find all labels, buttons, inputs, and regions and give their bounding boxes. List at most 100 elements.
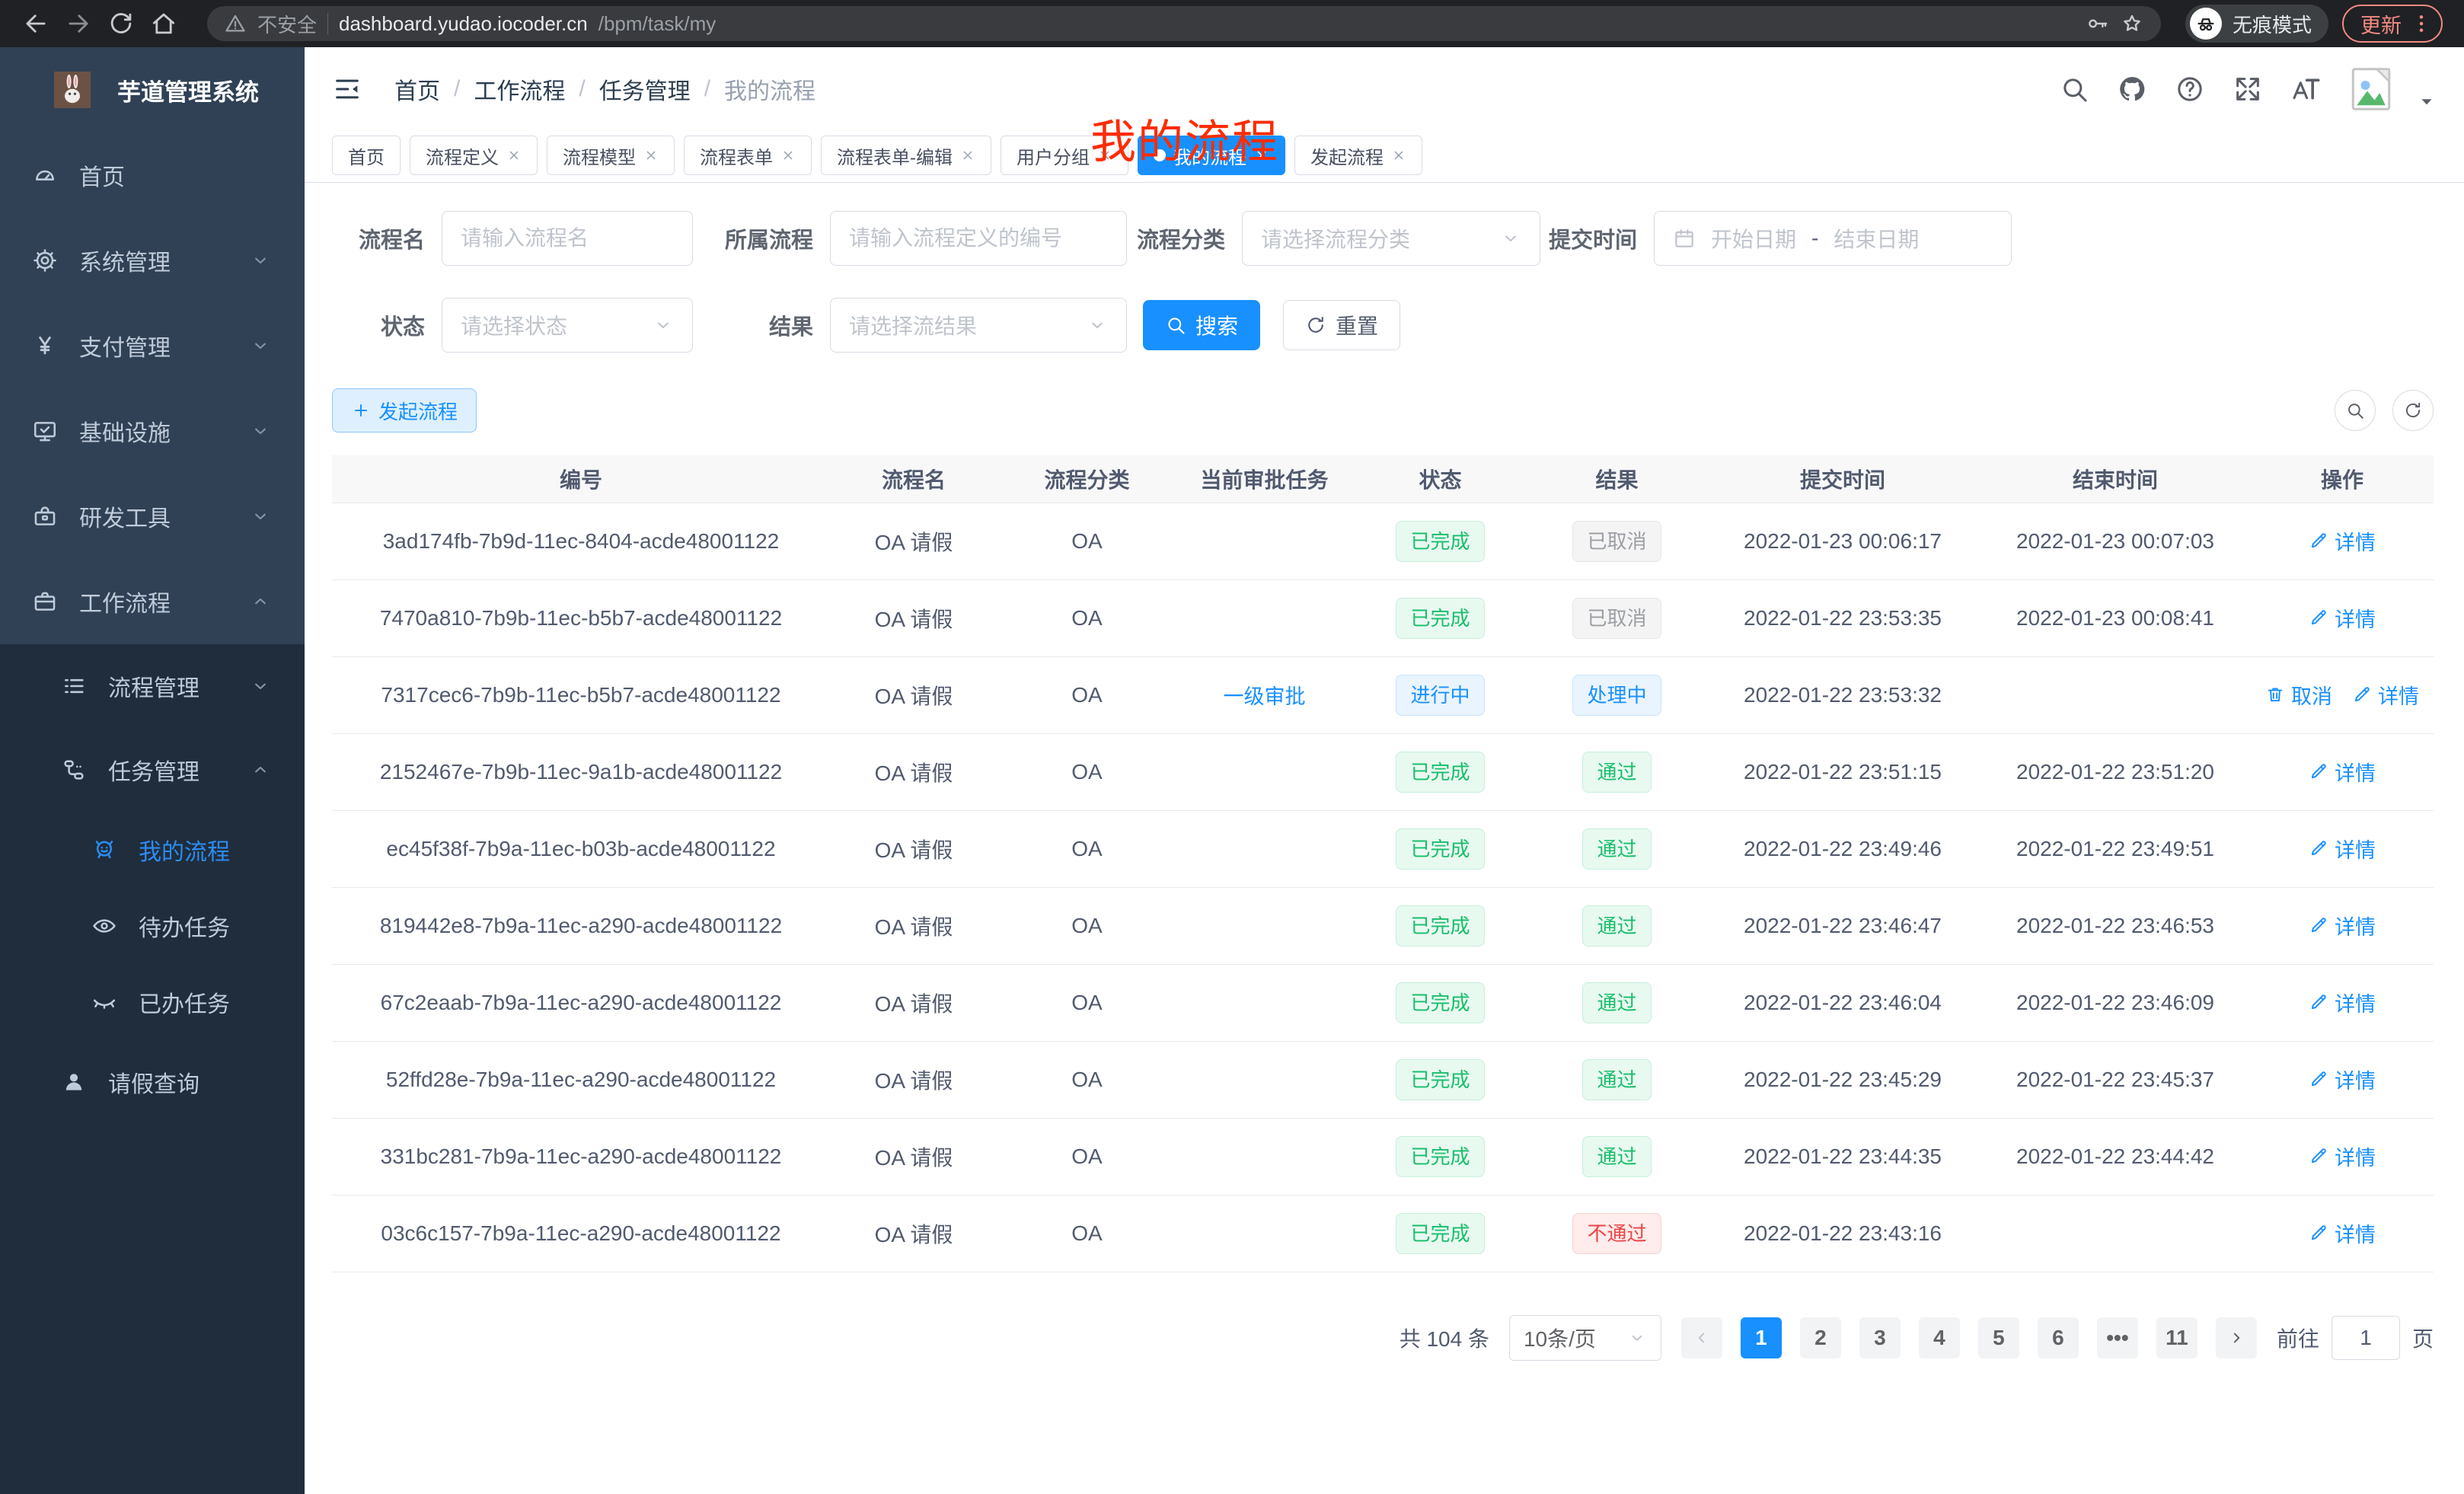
bookmark-star-icon[interactable]	[2120, 11, 2144, 36]
sidebar-item-dev-tools[interactable]: 研发工具	[0, 474, 305, 559]
tab-process-form[interactable]: 流程表单	[684, 136, 812, 175]
sidebar-item-my-process[interactable]: 我的流程	[0, 812, 305, 888]
filter-row-2: 状态 请选择状态 结果 请选择流结果 搜索 重置	[332, 297, 2434, 353]
detail-link[interactable]: 详情	[2309, 603, 2376, 633]
search-icon[interactable]	[2059, 74, 2089, 104]
page-button-11[interactable]: 11	[2156, 1317, 2197, 1358]
process-definition-field[interactable]	[830, 211, 1127, 266]
refresh-table-button[interactable]	[2392, 390, 2434, 431]
page-size-select[interactable]: 10条/页	[1509, 1315, 1661, 1361]
tab-home[interactable]: 首页	[332, 136, 401, 175]
robot-icon	[91, 837, 117, 863]
breadcrumb-item[interactable]: 工作流程	[474, 72, 565, 106]
trash-icon	[2265, 685, 2285, 704]
avatar-caret-icon[interactable]	[2417, 91, 2437, 111]
detail-link[interactable]: 详情	[2309, 526, 2376, 556]
breadcrumb-item[interactable]: 任务管理	[599, 72, 691, 106]
close-icon[interactable]	[1391, 148, 1406, 163]
tab-process-form-edit[interactable]: 流程表单-编辑	[821, 136, 991, 175]
browser-menu-icon[interactable]	[2409, 11, 2434, 36]
result-badge: 通过	[1582, 982, 1651, 1023]
detail-link[interactable]: 详情	[2309, 1218, 2376, 1248]
more-pages-button[interactable]: •••	[2097, 1317, 2138, 1358]
cell-actions: 详情	[2251, 733, 2434, 810]
detail-link[interactable]: 详情	[2309, 834, 2376, 864]
sidebar-item-infrastructure[interactable]: 基础设施	[0, 388, 305, 474]
page-button-1[interactable]: 1	[1741, 1317, 1782, 1358]
status-badge: 已完成	[1396, 752, 1484, 793]
sidebar-item-workflow[interactable]: 工作流程	[0, 559, 305, 644]
detail-link[interactable]: 详情	[2309, 988, 2376, 1017]
cell-id: 2152467e-7b9b-11ec-9a1b-acde48001122	[332, 733, 830, 810]
process-category-select[interactable]: 请选择流程分类	[1242, 211, 1540, 266]
github-icon[interactable]	[2117, 74, 2147, 104]
browser-reload-icon[interactable]	[107, 9, 136, 38]
cell-status: 已完成	[1352, 810, 1528, 887]
start-process-button[interactable]: 发起流程	[332, 388, 477, 433]
status-select[interactable]: 请选择状态	[442, 298, 693, 353]
detail-link[interactable]: 详情	[2309, 1141, 2376, 1171]
current-task-link[interactable]: 一级审批	[1224, 680, 1306, 710]
process-definition-input[interactable]	[849, 226, 1108, 251]
detail-link[interactable]: 详情	[2309, 1065, 2376, 1094]
sidebar-item-todo-task[interactable]: 待办任务	[0, 888, 305, 964]
page-button-6[interactable]: 6	[2038, 1317, 2079, 1358]
process-name-field[interactable]	[442, 211, 693, 266]
sidebar-item-home[interactable]: 首页	[0, 132, 305, 218]
avatar[interactable]	[2348, 61, 2394, 117]
search-button[interactable]: 搜索	[1143, 300, 1260, 350]
help-icon[interactable]	[2175, 74, 2205, 104]
sidebar-collapse-icon[interactable]	[332, 74, 362, 104]
breadcrumb-item[interactable]: 首页	[394, 72, 440, 106]
reset-button[interactable]: 重置	[1283, 300, 1400, 350]
detail-link[interactable]: 详情	[2309, 911, 2376, 940]
sidebar-item-system-management[interactable]: 系统管理	[0, 218, 305, 303]
fullscreen-icon[interactable]	[2233, 74, 2263, 104]
toggle-search-button[interactable]	[2335, 390, 2376, 431]
pencil-icon	[2352, 685, 2372, 704]
submit-time-range-picker[interactable]: 开始日期 - 结束日期	[1654, 211, 2012, 266]
browser-home-icon[interactable]	[149, 9, 178, 38]
page-button-4[interactable]: 4	[1919, 1317, 1960, 1358]
cell-submit-time: 2022-01-22 23:44:35	[1706, 1118, 1980, 1195]
sidebar-item-done-task[interactable]: 已办任务	[0, 964, 305, 1040]
page-content: 流程名 所属流程 流程分类 请选择流程分类 提交时间 开始日期 -	[305, 183, 2464, 1361]
cell-end-time: 2022-01-22 23:51:20	[1980, 733, 2251, 810]
tab-start-process[interactable]: 发起流程	[1294, 136, 1422, 175]
browser-back-icon[interactable]	[21, 9, 50, 38]
next-page-button[interactable]	[2216, 1317, 2257, 1358]
detail-link[interactable]: 详情	[2352, 680, 2419, 710]
cell-current-task	[1176, 1118, 1352, 1195]
cancel-link[interactable]: 取消	[2265, 680, 2332, 710]
tab-process-model[interactable]: 流程模型	[547, 136, 675, 175]
process-name-input[interactable]	[461, 226, 674, 251]
result-select[interactable]: 请选择流结果	[830, 298, 1127, 353]
page-jumper-input[interactable]	[2332, 1316, 2400, 1360]
detail-link[interactable]: 详情	[2309, 757, 2376, 787]
tab-process-definition[interactable]: 流程定义	[410, 136, 538, 175]
cell-category: OA	[997, 887, 1176, 964]
sidebar-item-task-management[interactable]: 任务管理	[0, 728, 305, 812]
sidebar-item-payment-management[interactable]: 支付管理	[0, 303, 305, 388]
close-icon[interactable]	[780, 148, 796, 163]
prev-page-button[interactable]	[1681, 1317, 1722, 1358]
cell-end-time	[1980, 1195, 2251, 1272]
page-button-3[interactable]: 3	[1859, 1317, 1901, 1358]
password-key-icon[interactable]	[2085, 11, 2109, 36]
close-icon[interactable]	[506, 148, 522, 163]
app-logo-row[interactable]: 芋道管理系统	[0, 47, 305, 132]
close-icon[interactable]	[643, 148, 659, 163]
process-definition-label: 所属流程	[693, 222, 830, 254]
page-button-2[interactable]: 2	[1800, 1317, 1841, 1358]
address-bar[interactable]: 不安全 dashboard.yudao.iocoder.cn/bpm/task/…	[207, 6, 2161, 41]
status-badge: 已完成	[1396, 1059, 1484, 1100]
browser-forward-icon[interactable]	[64, 9, 93, 38]
font-size-icon[interactable]	[2290, 74, 2321, 104]
browser-update-button[interactable]: 更新	[2342, 5, 2443, 43]
page-button-5[interactable]: 5	[1978, 1317, 2019, 1358]
sidebar-item-process-management[interactable]: 流程管理	[0, 644, 305, 728]
close-icon[interactable]	[960, 148, 975, 163]
sidebar-item-leave-query[interactable]: 请假查询	[0, 1040, 305, 1124]
column-header: 流程分类	[997, 455, 1176, 503]
sidebar-item-label: 系统管理	[79, 244, 171, 277]
